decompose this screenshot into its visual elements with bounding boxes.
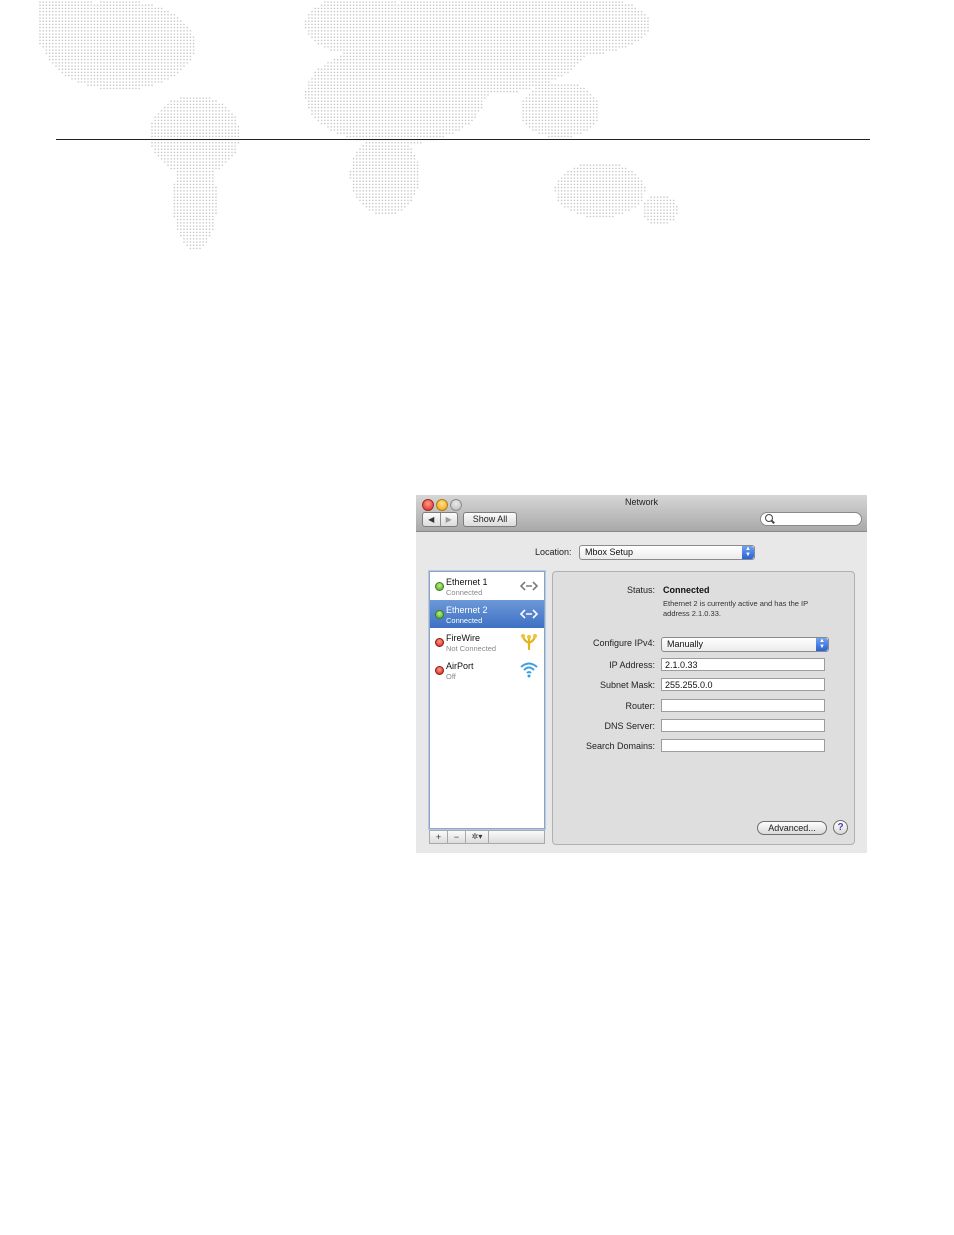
service-list: Ethernet 1 Connected Ethernet 2 Connecte… [429, 571, 545, 829]
search-domains-label: Search Domains: [585, 741, 655, 751]
popup-arrows-icon: ▲ ▼ [816, 638, 828, 651]
subnet-mask-label: Subnet Mask: [599, 680, 655, 690]
service-name: Ethernet 1 [446, 577, 488, 587]
add-service-button[interactable]: + [430, 831, 448, 843]
status-indicator-icon [435, 666, 444, 675]
status-indicator-icon [435, 582, 444, 591]
service-item-firewire[interactable]: FireWire Not Connected [430, 628, 544, 656]
location-value: Mbox Setup [585, 547, 634, 557]
search-field[interactable] [760, 512, 862, 526]
window-titlebar: Network ◀ ▶ Show All [416, 495, 867, 532]
location-label: Location: [535, 547, 572, 557]
service-item-ethernet-2[interactable]: Ethernet 2 Connected [430, 600, 544, 628]
status-indicator-icon [435, 638, 444, 647]
network-preferences-window: Network ◀ ▶ Show All Location: Mbox Setu… [416, 495, 867, 853]
dns-server-field[interactable] [661, 719, 825, 732]
router-field[interactable] [661, 699, 825, 712]
configure-ipv4-label: Configure IPv4: [592, 638, 655, 648]
router-label: Router: [625, 701, 655, 711]
status-value: Connected [663, 585, 710, 595]
service-status: Connected [446, 616, 483, 625]
service-status: Not Connected [446, 644, 497, 653]
service-detail-panel: Status: Connected Ethernet 2 is currentl… [552, 571, 855, 845]
location-popup[interactable]: Mbox Setup ▲ ▼ [579, 545, 755, 560]
service-name: FireWire [446, 633, 480, 643]
service-list-toolbar: + − ✲▾ [429, 830, 545, 844]
show-all-button[interactable]: Show All [463, 512, 517, 527]
status-indicator-icon [435, 610, 444, 619]
ip-address-field[interactable]: 2.1.0.33 [661, 658, 825, 671]
status-description: Ethernet 2 is currently active and has t… [663, 599, 808, 618]
search-domains-field[interactable] [661, 739, 825, 752]
service-item-ethernet-1[interactable]: Ethernet 1 Connected [430, 572, 544, 600]
popup-arrows-icon: ▲ ▼ [742, 546, 754, 559]
world-map-dot-graphic [39, 1, 678, 250]
service-status: Off [446, 672, 456, 681]
configure-ipv4-popup[interactable]: Manually ▲ ▼ [661, 637, 829, 652]
forward-arrow-button[interactable]: ▶ [441, 513, 458, 526]
ethernet-icon [519, 609, 539, 619]
status-label: Status: [626, 585, 655, 595]
back-arrow-button[interactable]: ◀ [423, 513, 441, 526]
ip-address-label: IP Address: [609, 660, 655, 670]
configure-ipv4-value: Manually [667, 639, 704, 649]
search-icon [765, 514, 773, 522]
remove-service-button[interactable]: − [448, 831, 466, 843]
firewire-icon [521, 634, 537, 651]
advanced-button[interactable]: Advanced... [757, 821, 827, 835]
service-status: Connected [446, 588, 483, 597]
service-name: AirPort [446, 661, 474, 671]
window-title: Network [624, 497, 658, 507]
subnet-mask-field[interactable]: 255.255.0.0 [661, 678, 825, 691]
header-rule [56, 139, 870, 140]
ethernet-icon [519, 581, 539, 591]
action-menu-button[interactable]: ✲▾ [466, 831, 489, 843]
help-button[interactable]: ? [833, 820, 848, 835]
service-name: Ethernet 2 [446, 605, 488, 615]
back-forward-control: ◀ ▶ [422, 512, 458, 527]
airport-icon [520, 662, 538, 678]
dns-server-label: DNS Server: [604, 721, 655, 731]
service-item-airport[interactable]: AirPort Off [430, 656, 544, 684]
